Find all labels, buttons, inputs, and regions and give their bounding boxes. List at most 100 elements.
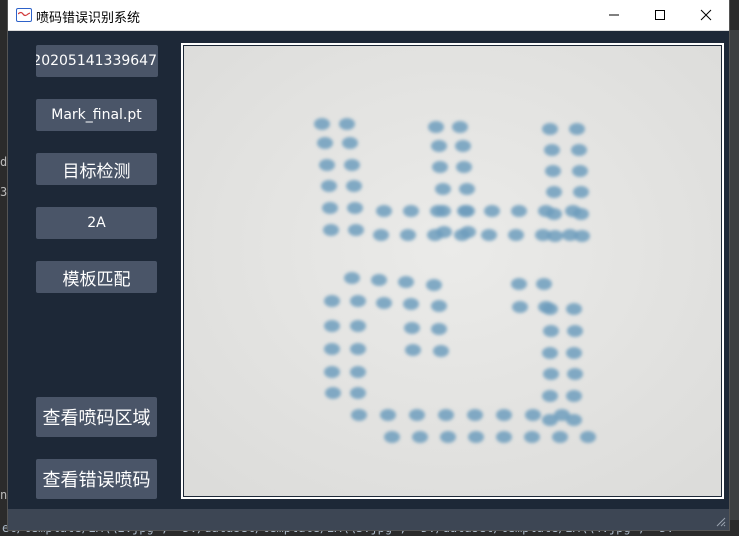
ink-dot bbox=[339, 118, 355, 130]
ink-dot bbox=[319, 159, 335, 171]
ink-dot bbox=[433, 345, 449, 357]
ink-dot bbox=[457, 205, 473, 217]
ink-dot bbox=[438, 409, 454, 421]
ink-dot bbox=[426, 279, 442, 291]
close-icon bbox=[700, 9, 712, 21]
ink-dot bbox=[321, 180, 337, 192]
ink-dot bbox=[348, 224, 364, 236]
ink-dot bbox=[542, 390, 558, 402]
ink-dot bbox=[376, 297, 392, 309]
minimize-icon bbox=[609, 14, 619, 16]
ink-dot bbox=[538, 205, 554, 217]
ink-dot bbox=[427, 229, 443, 241]
template-match-button[interactable]: 模板匹配 bbox=[36, 261, 157, 293]
ink-dot bbox=[452, 121, 468, 133]
ink-dot bbox=[409, 409, 425, 421]
ink-dot bbox=[544, 144, 560, 156]
ink-dot bbox=[344, 272, 360, 284]
ink-dot bbox=[350, 320, 366, 332]
app-window: 喷码错误识别系统 ction\20205141339647 Mark_final… bbox=[8, 0, 729, 530]
ink-dot bbox=[405, 344, 421, 356]
ink-dot bbox=[566, 390, 582, 402]
background-editor-char: n bbox=[0, 488, 8, 502]
ink-dot bbox=[404, 322, 420, 334]
ink-dot bbox=[344, 159, 360, 171]
window-title: 喷码错误识别系统 bbox=[36, 11, 141, 26]
ink-dot bbox=[552, 431, 568, 443]
ink-dot bbox=[459, 183, 475, 195]
ink-dot bbox=[373, 229, 389, 241]
ink-dot bbox=[508, 229, 524, 241]
ink-dot bbox=[350, 295, 366, 307]
ink-dot bbox=[454, 229, 470, 241]
ink-dot bbox=[350, 387, 366, 399]
ink-dot bbox=[431, 300, 447, 312]
ink-dot bbox=[428, 121, 444, 133]
ink-dot bbox=[496, 431, 512, 443]
ink-dot bbox=[580, 431, 596, 443]
view-error-code-button[interactable]: 查看错误喷码 bbox=[36, 459, 157, 499]
ink-dot bbox=[324, 343, 340, 355]
ink-dot bbox=[322, 202, 338, 214]
ink-dot bbox=[566, 347, 582, 359]
ink-dot bbox=[400, 229, 416, 241]
ink-dot bbox=[403, 298, 419, 310]
ink-dot bbox=[565, 205, 581, 217]
ink-dot bbox=[543, 368, 559, 380]
ink-dot bbox=[554, 409, 570, 421]
maximize-button[interactable] bbox=[637, 0, 683, 30]
ink-dot bbox=[566, 303, 582, 315]
app-icon bbox=[16, 8, 32, 22]
ink-dot bbox=[484, 205, 500, 217]
minimize-button[interactable] bbox=[591, 0, 637, 30]
ink-dot bbox=[468, 431, 484, 443]
ink-dot bbox=[481, 229, 497, 241]
ink-dot bbox=[542, 303, 558, 315]
ink-dot bbox=[546, 186, 562, 198]
close-button[interactable] bbox=[683, 0, 729, 30]
ink-dot bbox=[350, 366, 366, 378]
ink-dot bbox=[324, 320, 340, 332]
ink-dot bbox=[456, 161, 472, 173]
ink-dot bbox=[543, 325, 559, 337]
ink-dot bbox=[380, 409, 396, 421]
ink-dot bbox=[323, 224, 339, 236]
ink-dot bbox=[431, 140, 447, 152]
ink-dot bbox=[398, 276, 414, 288]
ink-dot bbox=[536, 278, 552, 290]
template-name-button[interactable]: 2A bbox=[36, 207, 157, 239]
image-display-frame bbox=[181, 43, 724, 499]
ink-dot bbox=[542, 347, 558, 359]
ink-dot bbox=[371, 274, 387, 286]
ink-dot bbox=[324, 295, 340, 307]
view-code-region-button[interactable]: 查看喷码区域 bbox=[36, 397, 157, 437]
resize-grip-icon[interactable] bbox=[716, 517, 726, 527]
background-editor-char: 3 bbox=[0, 185, 8, 199]
title-bar[interactable]: 喷码错误识别系统 bbox=[8, 0, 729, 31]
ink-dot bbox=[545, 165, 561, 177]
ink-dot bbox=[430, 205, 446, 217]
ink-dot bbox=[403, 205, 419, 217]
object-detection-button[interactable]: 目标检测 bbox=[36, 153, 157, 185]
background-editor-char: d bbox=[0, 155, 8, 169]
ink-dot bbox=[567, 325, 583, 337]
ink-dot bbox=[347, 202, 363, 214]
ink-dot bbox=[431, 323, 447, 335]
inkjet-code-image bbox=[183, 45, 722, 497]
ink-dot bbox=[525, 409, 541, 421]
ink-dot bbox=[314, 118, 330, 130]
background-ide-panel bbox=[729, 30, 739, 520]
ink-dot bbox=[317, 137, 333, 149]
model-weights-button[interactable]: Mark_final.pt bbox=[36, 99, 157, 131]
ink-dot bbox=[324, 366, 340, 378]
ink-dot bbox=[567, 368, 583, 380]
ink-dot bbox=[511, 278, 527, 290]
ink-dot bbox=[376, 205, 392, 217]
ink-dot bbox=[455, 140, 471, 152]
ink-dot bbox=[467, 409, 483, 421]
ink-dot bbox=[346, 180, 362, 192]
select-folder-button[interactable]: ction\20205141339647 bbox=[36, 45, 158, 77]
ink-dot bbox=[342, 137, 358, 149]
ink-dot bbox=[524, 431, 540, 443]
ink-dot bbox=[432, 161, 448, 173]
